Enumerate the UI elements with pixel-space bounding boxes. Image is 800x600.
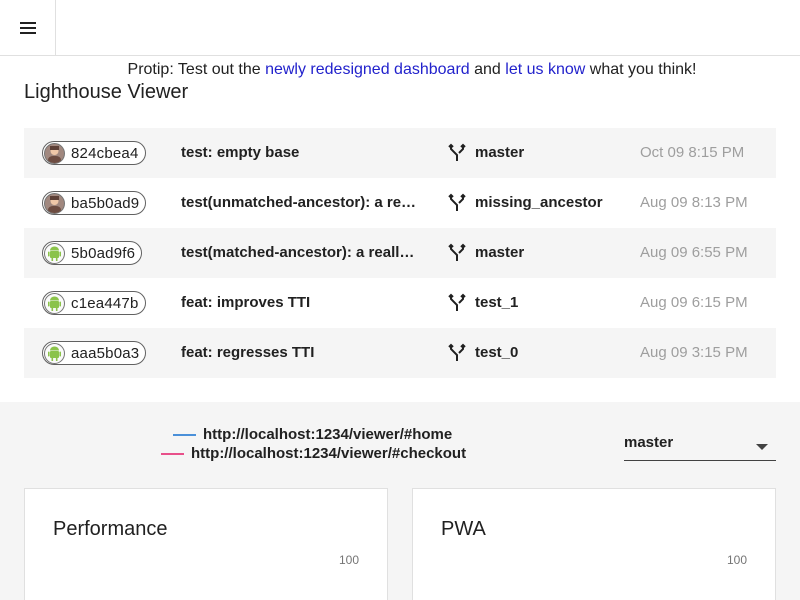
commit-hash: 824cbea4	[71, 144, 139, 162]
person-avatar	[44, 192, 65, 214]
protip-suffix: what you think!	[585, 61, 697, 78]
card-title: PWA	[441, 518, 486, 540]
protip-banner: Protip: Test out the newly redesigned da…	[0, 61, 800, 79]
build-date: Aug 09 8:13 PM	[640, 194, 748, 211]
commit-hash-chip[interactable]: 824cbea4	[42, 141, 146, 165]
dashboard-section: http://localhost:1234/viewer/#home http:…	[0, 402, 800, 600]
branch-name: master	[475, 144, 525, 161]
person-avatar	[44, 142, 65, 164]
top-app-bar	[0, 0, 800, 56]
performance-card: Performance 100	[24, 488, 388, 600]
build-date: Oct 09 8:15 PM	[640, 144, 745, 161]
commit-hash-chip[interactable]: ba5b0ad9	[42, 191, 147, 215]
git-branch-icon	[448, 293, 466, 311]
legend-item: http://localhost:1234/viewer/#home	[173, 426, 452, 443]
commit-message: feat: improves TTI	[181, 294, 311, 311]
commit-message: test: empty base	[181, 144, 300, 161]
build-row[interactable]: c1ea447b feat: improves TTI test_1 Aug 0…	[24, 278, 776, 328]
legend-url: http://localhost:1234/viewer/#home	[203, 426, 453, 443]
commit-message: test(unmatched-ancestor): a re…	[181, 194, 417, 211]
branch-name: test_0	[475, 344, 519, 361]
page-title: Lighthouse Viewer	[24, 81, 189, 103]
axis-tick: 100	[726, 553, 747, 567]
build-list: 824cbea4 test: empty base master Oct 09 …	[24, 128, 776, 378]
legend-item: http://localhost:1234/viewer/#checkout	[161, 445, 466, 462]
commit-hash: ba5b0ad9	[71, 194, 140, 212]
build-row[interactable]: 5b0ad9f6 test(matched-ancestor): a reall…	[24, 228, 776, 278]
build-date: Aug 09 6:55 PM	[640, 244, 748, 261]
git-branch-icon	[448, 193, 466, 211]
protip-middle: and	[469, 61, 506, 78]
commit-hash-chip[interactable]: 5b0ad9f6	[42, 241, 143, 265]
git-branch-icon	[448, 143, 466, 161]
commit-hash: aaa5b0a3	[71, 344, 140, 362]
commit-hash: 5b0ad9f6	[71, 244, 136, 262]
menu-icon	[19, 21, 36, 34]
build-row[interactable]: 824cbea4 test: empty base master Oct 09 …	[24, 128, 776, 178]
card-title: Performance	[53, 518, 168, 540]
feedback-link[interactable]: let us know	[505, 61, 585, 78]
legend-url: http://localhost:1234/viewer/#checkout	[191, 445, 467, 462]
git-branch-icon	[448, 343, 466, 361]
commit-hash: c1ea447b	[71, 294, 139, 312]
branch-select[interactable]: master	[624, 434, 776, 461]
dashboard-link[interactable]: newly redesigned dashboard	[265, 61, 470, 78]
legend-swatch-home	[173, 433, 196, 436]
commit-message: test(matched-ancestor): a reall…	[181, 244, 415, 261]
android-avatar	[44, 292, 65, 314]
branch-select-value: master	[624, 434, 674, 451]
pwa-card: PWA 100	[412, 488, 776, 600]
build-date: Aug 09 3:15 PM	[640, 344, 748, 361]
android-avatar	[44, 242, 65, 264]
protip-prefix: Protip: Test out the	[127, 61, 266, 78]
android-avatar	[44, 342, 65, 364]
menu-button[interactable]	[0, 0, 56, 55]
build-date: Aug 09 6:15 PM	[640, 294, 748, 311]
axis-tick: 100	[338, 553, 359, 567]
commit-hash-chip[interactable]: c1ea447b	[42, 291, 146, 315]
commit-message: feat: regresses TTI	[181, 344, 315, 361]
build-row[interactable]: aaa5b0a3 feat: regresses TTI test_0 Aug …	[24, 328, 776, 378]
legend-swatch-checkout	[161, 452, 184, 455]
branch-name: master	[475, 244, 525, 261]
branch-name: missing_ancestor	[475, 194, 603, 211]
commit-hash-chip[interactable]: aaa5b0a3	[42, 341, 147, 365]
build-row[interactable]: ba5b0ad9 test(unmatched-ancestor): a re……	[24, 178, 776, 228]
caret-down-icon	[756, 444, 768, 450]
branch-name: test_1	[475, 294, 519, 311]
git-branch-icon	[448, 243, 466, 261]
